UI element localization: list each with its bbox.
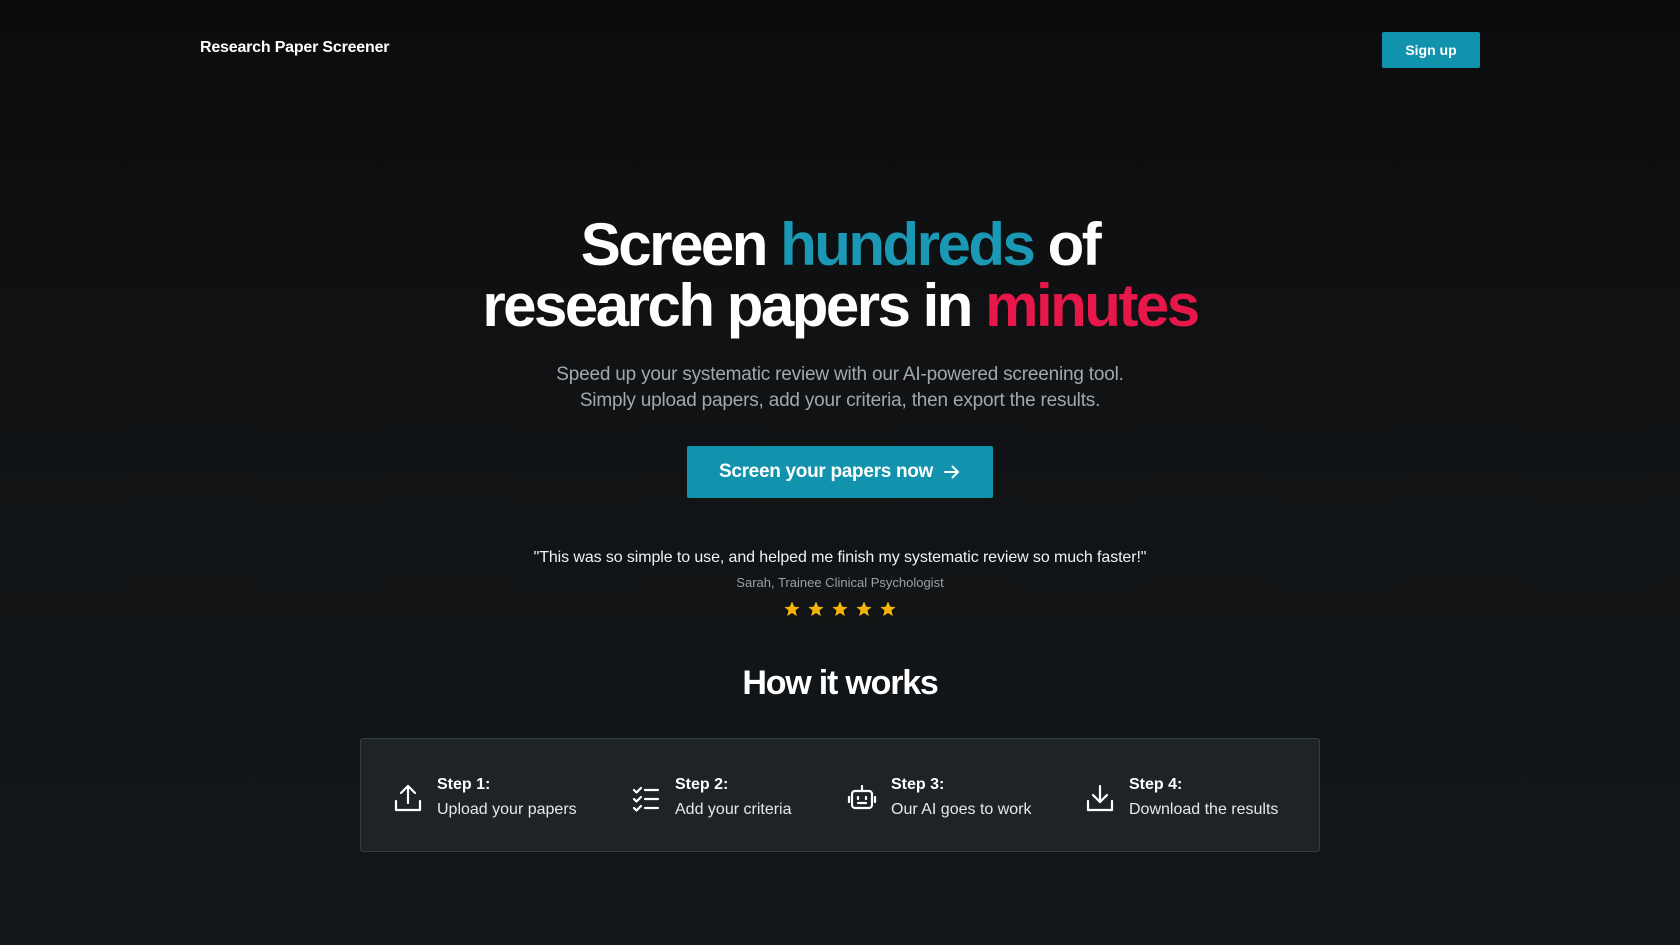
- checklist-icon: [629, 781, 663, 815]
- hero-headline: Screen hundreds of research papers in mi…: [0, 214, 1680, 336]
- step-1-label: Step 1:: [437, 776, 491, 793]
- star-icon: [856, 601, 872, 617]
- step-4-description: Download the results: [1129, 801, 1279, 818]
- headline-highlight-hundreds: hundreds: [780, 211, 1036, 278]
- step-1-description: Upload your papers: [437, 801, 577, 818]
- headline-highlight-minutes: minutes: [985, 272, 1200, 339]
- top-nav: Research Paper Screener Sign up: [0, 0, 1680, 100]
- step-2: Step 2: Add your criteria: [629, 775, 792, 821]
- star-icon: [832, 601, 848, 617]
- hero-section: Screen hundreds of research papers in mi…: [0, 214, 1680, 414]
- how-it-works-title: How it works: [742, 664, 938, 702]
- upload-icon: [391, 781, 425, 815]
- step-3-label: Step 3:: [891, 776, 945, 793]
- cta-label: Screen your papers now: [718, 461, 934, 482]
- star-rating: [0, 600, 1680, 618]
- headline-line-1: Screen hundreds of: [580, 211, 1102, 278]
- step-3: Step 3: Our AI goes to work: [845, 775, 1032, 821]
- testimonial-author: Sarah, Trainee Clinical Psychologist: [736, 575, 944, 590]
- hero-subtitle: Speed up your systematic review with our…: [556, 364, 1124, 411]
- testimonial-quote: "This was so simple to use, and helped m…: [533, 549, 1147, 566]
- star-icon: [784, 601, 800, 617]
- step-4: Step 4: Download the results: [1083, 775, 1278, 821]
- star-icon: [880, 601, 896, 617]
- step-2-label: Step 2:: [675, 776, 729, 793]
- star-icon: [808, 601, 824, 617]
- step-3-description: Our AI goes to work: [891, 801, 1032, 818]
- download-icon: [1083, 781, 1117, 815]
- headline-line-2: research papers in minutes: [482, 272, 1200, 339]
- steps-panel: Step 1: Upload your papers Step 2: Add y…: [360, 738, 1320, 852]
- sign-up-button[interactable]: Sign up: [1382, 32, 1480, 68]
- arrow-right-icon: [943, 463, 961, 481]
- robot-icon: [845, 781, 879, 815]
- step-4-label: Step 4:: [1129, 776, 1183, 793]
- testimonial: "This was so simple to use, and helped m…: [0, 549, 1680, 618]
- step-2-description: Add your criteria: [675, 801, 792, 818]
- screen-papers-cta-button[interactable]: Screen your papers now: [687, 446, 993, 498]
- step-1: Step 1: Upload your papers: [391, 775, 577, 821]
- brand-logo-text[interactable]: Research Paper Screener: [200, 39, 390, 57]
